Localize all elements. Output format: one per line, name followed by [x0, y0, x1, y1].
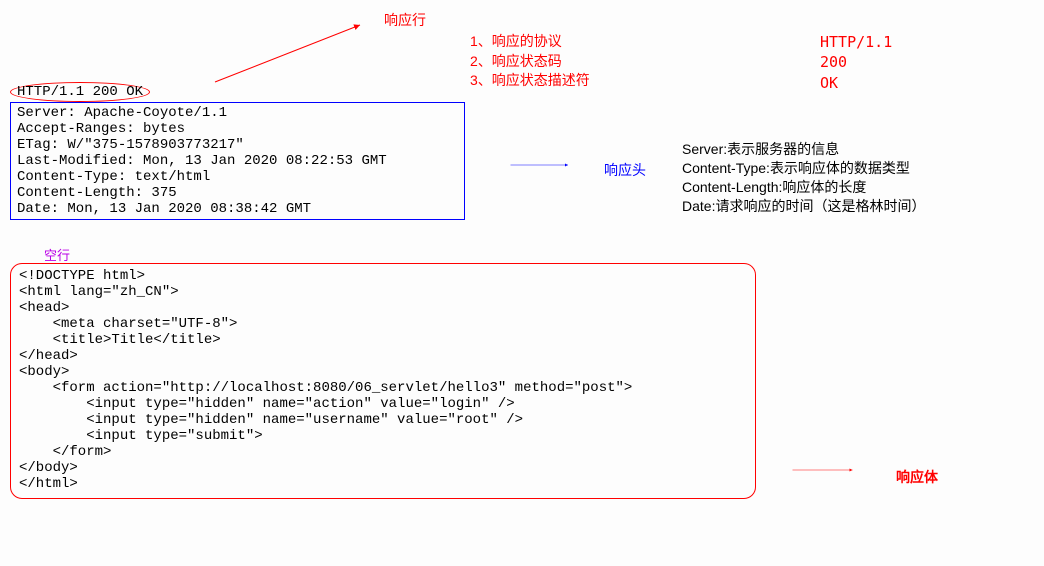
body-doctype: <!DOCTYPE html> [19, 268, 747, 284]
body-title: <title>Title</title> [19, 332, 747, 348]
response-body-label: 响应体 [896, 467, 938, 487]
response-line-desc-values: HTTP/1.1 200 OK [820, 32, 892, 93]
val-protocol: HTTP/1.1 [820, 32, 892, 52]
body-head-open: <head> [19, 300, 747, 316]
response-line-label: 响应行 [384, 10, 426, 30]
empty-line-label: 空行 [44, 245, 70, 264]
header-last-modified: Last-Modified: Mon, 13 Jan 2020 08:22:53… [17, 153, 458, 169]
header-desc-box: Server:表示服务器的信息 Content-Type:表示响应体的数据类型 … [682, 140, 925, 216]
val-status-text: OK [820, 73, 892, 93]
body-form-open: <form action="http://localhost:8080/06_s… [19, 380, 747, 396]
body-head-close: </head> [19, 348, 747, 364]
desc-status-code: 2、响应状态码 [470, 52, 590, 72]
val-status-code: 200 [820, 52, 892, 72]
header-desc-server: Server:表示服务器的信息 [682, 140, 925, 159]
desc-status-text: 3、响应状态描述符 [470, 71, 590, 91]
response-headers-label: 响应头 [604, 160, 646, 180]
arrow-response-headers-icon [478, 160, 608, 170]
body-body-close: </body> [19, 460, 747, 476]
desc-protocol: 1、响应的协议 [470, 32, 590, 52]
headers-box: Server: Apache-Coyote/1.1 Accept-Ranges:… [10, 102, 465, 220]
header-accept-ranges: Accept-Ranges: bytes [17, 121, 458, 137]
header-content-length: Content-Length: 375 [17, 185, 458, 201]
header-desc-content-type: Content-Type:表示响应体的数据类型 [682, 159, 925, 178]
header-desc-content-length: Content-Length:响应体的长度 [682, 178, 925, 197]
header-content-type: Content-Type: text/html [17, 169, 458, 185]
body-body-open: <body> [19, 364, 747, 380]
status-line-box: HTTP/1.1 200 OK [10, 82, 150, 102]
body-meta: <meta charset="UTF-8"> [19, 316, 747, 332]
body-box: <!DOCTYPE html> <html lang="zh_CN"> <hea… [10, 263, 756, 499]
header-server: Server: Apache-Coyote/1.1 [17, 105, 458, 121]
arrow-response-line-icon [210, 20, 365, 90]
body-input-submit: <input type="submit"> [19, 428, 747, 444]
body-html-close: </html> [19, 476, 747, 492]
response-line-desc-list: 1、响应的协议 2、响应状态码 3、响应状态描述符 [470, 32, 590, 91]
body-input-action: <input type="hidden" name="action" value… [19, 396, 747, 412]
header-etag: ETag: W/"375-1578903773217" [17, 137, 458, 153]
header-date: Date: Mon, 13 Jan 2020 08:38:42 GMT [17, 201, 458, 217]
status-line-text: HTTP/1.1 200 OK [17, 84, 143, 100]
header-desc-date: Date:请求响应的时间（这是格林时间） [682, 197, 925, 216]
body-input-username: <input type="hidden" name="username" val… [19, 412, 747, 428]
body-form-close: </form> [19, 444, 747, 460]
arrow-response-body-icon [760, 465, 890, 475]
body-html-open: <html lang="zh_CN"> [19, 284, 747, 300]
